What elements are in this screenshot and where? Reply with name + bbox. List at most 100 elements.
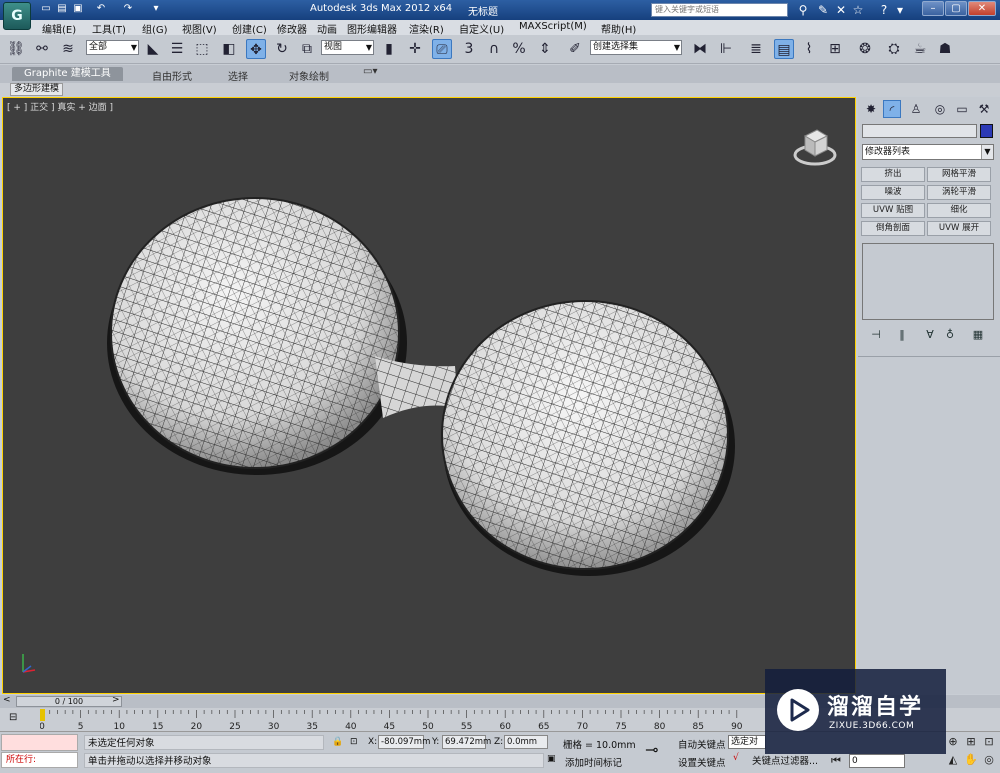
save-icon[interactable]: ▣: [72, 3, 84, 15]
new-file-icon[interactable]: ▭: [40, 3, 52, 15]
link-icon[interactable]: ⛓: [6, 39, 26, 59]
add-time-tag-button[interactable]: 添加时间标记: [565, 755, 622, 769]
help-icon[interactable]: ?: [876, 2, 892, 18]
x-coordinate-field[interactable]: -80.097mm: [378, 735, 430, 749]
search-input[interactable]: 键入关键字或短语: [651, 3, 788, 17]
app-logo[interactable]: G: [3, 2, 31, 30]
time-tag-icon[interactable]: ▣: [547, 754, 556, 764]
pan-icon[interactable]: ✋: [964, 753, 978, 767]
undo-icon[interactable]: ↶: [95, 3, 107, 15]
modifier-uvw-map-button[interactable]: UVW 贴图: [861, 203, 925, 218]
select-and-rotate-icon[interactable]: ↻: [272, 39, 292, 59]
polygon-modeling-label[interactable]: 多边形建模: [10, 83, 64, 96]
spinner-snap-icon[interactable]: ⇕: [535, 39, 555, 59]
percent-snap-icon[interactable]: %: [509, 39, 529, 59]
perspective-viewport[interactable]: [ + ] 正交 ] 真实 + 边面 ]: [2, 97, 856, 694]
menu-help[interactable]: 帮助(H): [601, 21, 636, 36]
menu-customize[interactable]: 自定义(U): [459, 21, 504, 36]
x-tools-icon[interactable]: ✕: [833, 2, 849, 18]
rendered-frame-icon[interactable]: ☕: [910, 39, 930, 59]
angle-snap-icon[interactable]: ∩: [484, 39, 504, 59]
object-color-swatch[interactable]: [980, 124, 993, 138]
menu-rendering[interactable]: 渲染(R): [409, 21, 444, 36]
zoom-extents-icon[interactable]: ⊡: [982, 735, 996, 749]
graphite-toggle-icon[interactable]: ▤: [774, 39, 794, 59]
pivot-center-icon[interactable]: ▮: [379, 39, 399, 59]
key-mode-icon[interactable]: √: [733, 753, 739, 763]
configure-sets-icon[interactable]: ▦: [970, 327, 986, 343]
snaps-toggle-icon[interactable]: 3: [459, 39, 479, 59]
wrench-icon[interactable]: ✎: [815, 2, 831, 18]
selection-filter-dropdown[interactable]: 全部 ▼: [86, 40, 139, 55]
menu-edit[interactable]: 编辑(E): [42, 21, 76, 36]
modifier-tessellate-button[interactable]: 细化: [927, 203, 991, 218]
mirror-icon[interactable]: ⧓: [690, 39, 710, 59]
modifier-turbosmooth-button[interactable]: 涡轮平滑: [927, 185, 991, 200]
time-slider-thumb[interactable]: 0 / 100: [16, 696, 122, 707]
named-selection-dropdown[interactable]: 创建选择集 ▼: [590, 40, 682, 55]
ribbon-options-icon[interactable]: ▭▾: [363, 66, 377, 77]
modifier-noise-button[interactable]: 噪波: [861, 185, 925, 200]
star-icon[interactable]: ☆: [850, 2, 866, 18]
unlink-icon[interactable]: ⚯: [32, 39, 52, 59]
current-frame-marker[interactable]: [40, 709, 45, 721]
keyboard-shortcut-override-icon[interactable]: ⎚: [432, 39, 452, 59]
remove-modifier-icon[interactable]: ♁: [942, 327, 958, 343]
redo-icon[interactable]: ↷: [122, 3, 134, 15]
layer-manager-icon[interactable]: ≣: [746, 39, 766, 59]
go-to-start-icon[interactable]: ⏮: [829, 754, 843, 768]
edit-named-selection-icon[interactable]: ✐: [565, 39, 585, 59]
motion-tab-icon[interactable]: ◎: [931, 100, 949, 118]
tab-graphite-modeling[interactable]: Graphite 建模工具: [12, 67, 123, 81]
display-tab-icon[interactable]: ▭: [953, 100, 971, 118]
modifier-bevel-profile-button[interactable]: 倒角剖面: [861, 221, 925, 236]
tab-object-paint[interactable]: 对象绘制: [289, 68, 329, 83]
reference-coordinate-dropdown[interactable]: 视图 ▼: [321, 40, 374, 55]
menu-view[interactable]: 视图(V): [182, 21, 217, 36]
open-file-icon[interactable]: ▤: [56, 3, 68, 15]
pin-stack-icon[interactable]: ⊣: [868, 327, 884, 343]
maximize-button[interactable]: ▢: [945, 1, 967, 16]
time-next-icon[interactable]: >: [112, 695, 120, 705]
y-coordinate-field[interactable]: 69.472mm: [442, 735, 491, 749]
rectangular-selection-icon[interactable]: ⬚: [192, 39, 212, 59]
close-button[interactable]: ✕: [968, 1, 996, 16]
curve-editor-icon[interactable]: ⌇: [799, 39, 819, 59]
schematic-view-icon[interactable]: ⊞: [825, 39, 845, 59]
create-tab-icon[interactable]: ✸: [862, 100, 880, 118]
quick-access-dropdown-icon[interactable]: ▾: [150, 3, 162, 15]
key-filters-button[interactable]: 关键点过滤器...: [752, 753, 818, 767]
z-coordinate-field[interactable]: 0.0mm: [504, 735, 548, 749]
absolute-mode-icon[interactable]: ⊡: [350, 737, 358, 747]
modifier-meshsmooth-button[interactable]: 网格平滑: [927, 167, 991, 182]
tab-selection[interactable]: 选择: [228, 68, 248, 83]
show-end-result-icon[interactable]: ‖: [894, 327, 910, 343]
zoom-all-icon[interactable]: ⊞: [964, 735, 978, 749]
modifier-extrude-button[interactable]: 挤出: [861, 167, 925, 182]
menu-group[interactable]: 组(G): [142, 21, 168, 36]
make-unique-icon[interactable]: ∀: [922, 327, 938, 343]
utilities-tab-icon[interactable]: ⚒: [975, 100, 993, 118]
select-and-scale-icon[interactable]: ⧉: [297, 39, 317, 59]
set-key-button[interactable]: 设置关键点: [678, 755, 726, 769]
modifier-list-dropdown[interactable]: 修改器列表 ▼: [862, 144, 994, 160]
modifier-unwrap-uvw-button[interactable]: UVW 展开: [927, 221, 991, 236]
key-icon[interactable]: ⊸: [645, 740, 658, 759]
time-prev-icon[interactable]: <: [3, 695, 11, 705]
select-and-move-icon[interactable]: ✥: [246, 39, 266, 59]
tab-freeform[interactable]: 自由形式: [152, 68, 192, 83]
viewcube[interactable]: [791, 122, 839, 170]
lock-selection-icon[interactable]: 🔒: [332, 737, 343, 747]
window-crossing-icon[interactable]: ◧: [219, 39, 239, 59]
binoculars-icon[interactable]: ⚲: [795, 2, 811, 18]
menu-maxscript[interactable]: MAXScript(M): [519, 21, 587, 32]
render-setup-icon[interactable]: ⛭: [884, 39, 904, 59]
modifier-stack[interactable]: [862, 243, 994, 320]
current-frame-field[interactable]: 0: [849, 754, 905, 768]
menu-animation[interactable]: 动画: [317, 21, 337, 36]
menu-modifiers[interactable]: 修改器: [277, 21, 307, 36]
render-production-icon[interactable]: ☗: [935, 39, 955, 59]
bind-space-warp-icon[interactable]: ≋: [58, 39, 78, 59]
menu-create[interactable]: 创建(C): [232, 21, 267, 36]
minimize-button[interactable]: –: [922, 1, 944, 16]
